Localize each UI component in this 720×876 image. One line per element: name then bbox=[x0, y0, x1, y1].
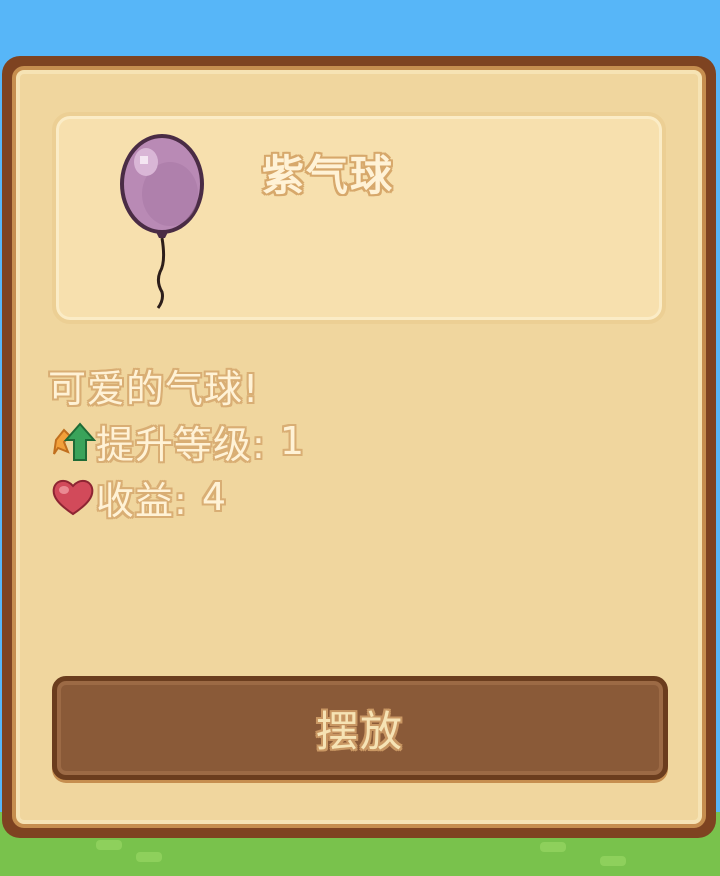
item-name: 紫气球 bbox=[262, 151, 395, 200]
grass-tuft bbox=[136, 852, 162, 862]
level-value: 1 bbox=[279, 419, 305, 463]
heart-icon bbox=[52, 480, 94, 516]
place-button[interactable]: 摆放 bbox=[52, 676, 668, 780]
level-up-arrow-icon bbox=[53, 422, 96, 461]
grass-tuft bbox=[600, 856, 626, 866]
level-stat: 提升等级: 1 bbox=[50, 418, 305, 467]
grass-tuft bbox=[96, 840, 122, 850]
grass-tuft bbox=[540, 842, 566, 852]
purple-balloon-icon bbox=[120, 134, 204, 309]
income-label: 收益: bbox=[96, 478, 188, 523]
income-value: 4 bbox=[201, 475, 227, 519]
income-stat: 收益: 4 bbox=[50, 474, 227, 523]
place-button-label: 摆放 bbox=[315, 706, 404, 756]
level-label: 提升等级: bbox=[96, 422, 266, 467]
item-description: 可爱的气球! bbox=[48, 367, 260, 411]
